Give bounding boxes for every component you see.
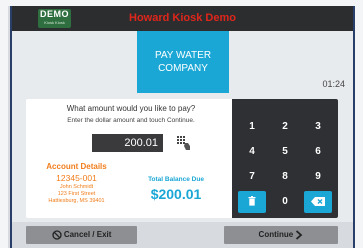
account-name: John Schmidt: [59, 184, 94, 190]
cancel-icon: [51, 230, 62, 240]
key-3[interactable]: 3: [304, 116, 332, 138]
chevron-right-icon: [296, 230, 303, 240]
bottom-bar: Cancel / Exit Continue: [12, 222, 353, 248]
key-8[interactable]: 8: [271, 166, 299, 188]
numeric-keypad: 1 2 3 4 5 6 7 8 9 0: [232, 99, 338, 218]
backspace-key[interactable]: [304, 191, 332, 213]
kiosk-title: Howard Kiosk Demo: [129, 12, 236, 24]
key-2[interactable]: 2: [271, 116, 299, 138]
payment-panel: What amount would you like to pay? Enter…: [26, 99, 338, 218]
key-7[interactable]: 7: [238, 166, 266, 188]
account-city: Hattiesburg, MS 39401: [48, 198, 105, 204]
amount-input[interactable]: 200.01: [92, 134, 163, 152]
biller-name-line2: COMPANY: [158, 63, 208, 74]
continue-button[interactable]: Continue: [224, 226, 338, 244]
keypad-hand-icon: [177, 136, 190, 150]
key-6[interactable]: 6: [304, 141, 332, 163]
session-timer: 01:24: [322, 79, 345, 89]
key-4[interactable]: 4: [238, 141, 266, 163]
kiosk-screen: DEMO Kiosk Kiosk Howard Kiosk Demo PAY W…: [10, 6, 355, 248]
key-0[interactable]: 0: [271, 191, 299, 213]
key-9[interactable]: 9: [304, 166, 332, 188]
account-street: 123 First Street: [57, 191, 96, 197]
account-number: 12345-001: [56, 173, 97, 183]
biller-tile: PAY WATER COMPANY: [137, 31, 229, 93]
key-1[interactable]: 1: [238, 116, 266, 138]
top-bar: DEMO Kiosk Kiosk Howard Kiosk Demo: [12, 6, 353, 31]
kiosk-frame: DEMO Kiosk Kiosk Howard Kiosk Demo PAY W…: [0, 0, 363, 248]
amount-prompt: What amount would you like to pay?: [66, 104, 196, 113]
continue-label: Continue: [258, 230, 294, 239]
key-5[interactable]: 5: [271, 141, 299, 163]
amount-instruction: Enter the dollar amount and touch Contin…: [67, 117, 195, 124]
balance-label: Total Balance Due: [148, 176, 204, 183]
outer-border: [354, 0, 363, 248]
trash-icon: [248, 196, 256, 206]
outer-border: [0, 0, 8, 248]
biller-name-line1: PAY WATER: [154, 50, 212, 61]
cancel-exit-button[interactable]: Cancel / Exit: [26, 226, 137, 244]
backspace-icon: [311, 196, 325, 206]
cancel-exit-label: Cancel / Exit: [63, 230, 112, 239]
account-details-heading: Account Details: [46, 162, 107, 171]
clear-key[interactable]: [238, 191, 266, 213]
balance-value: $200.01: [150, 186, 202, 202]
